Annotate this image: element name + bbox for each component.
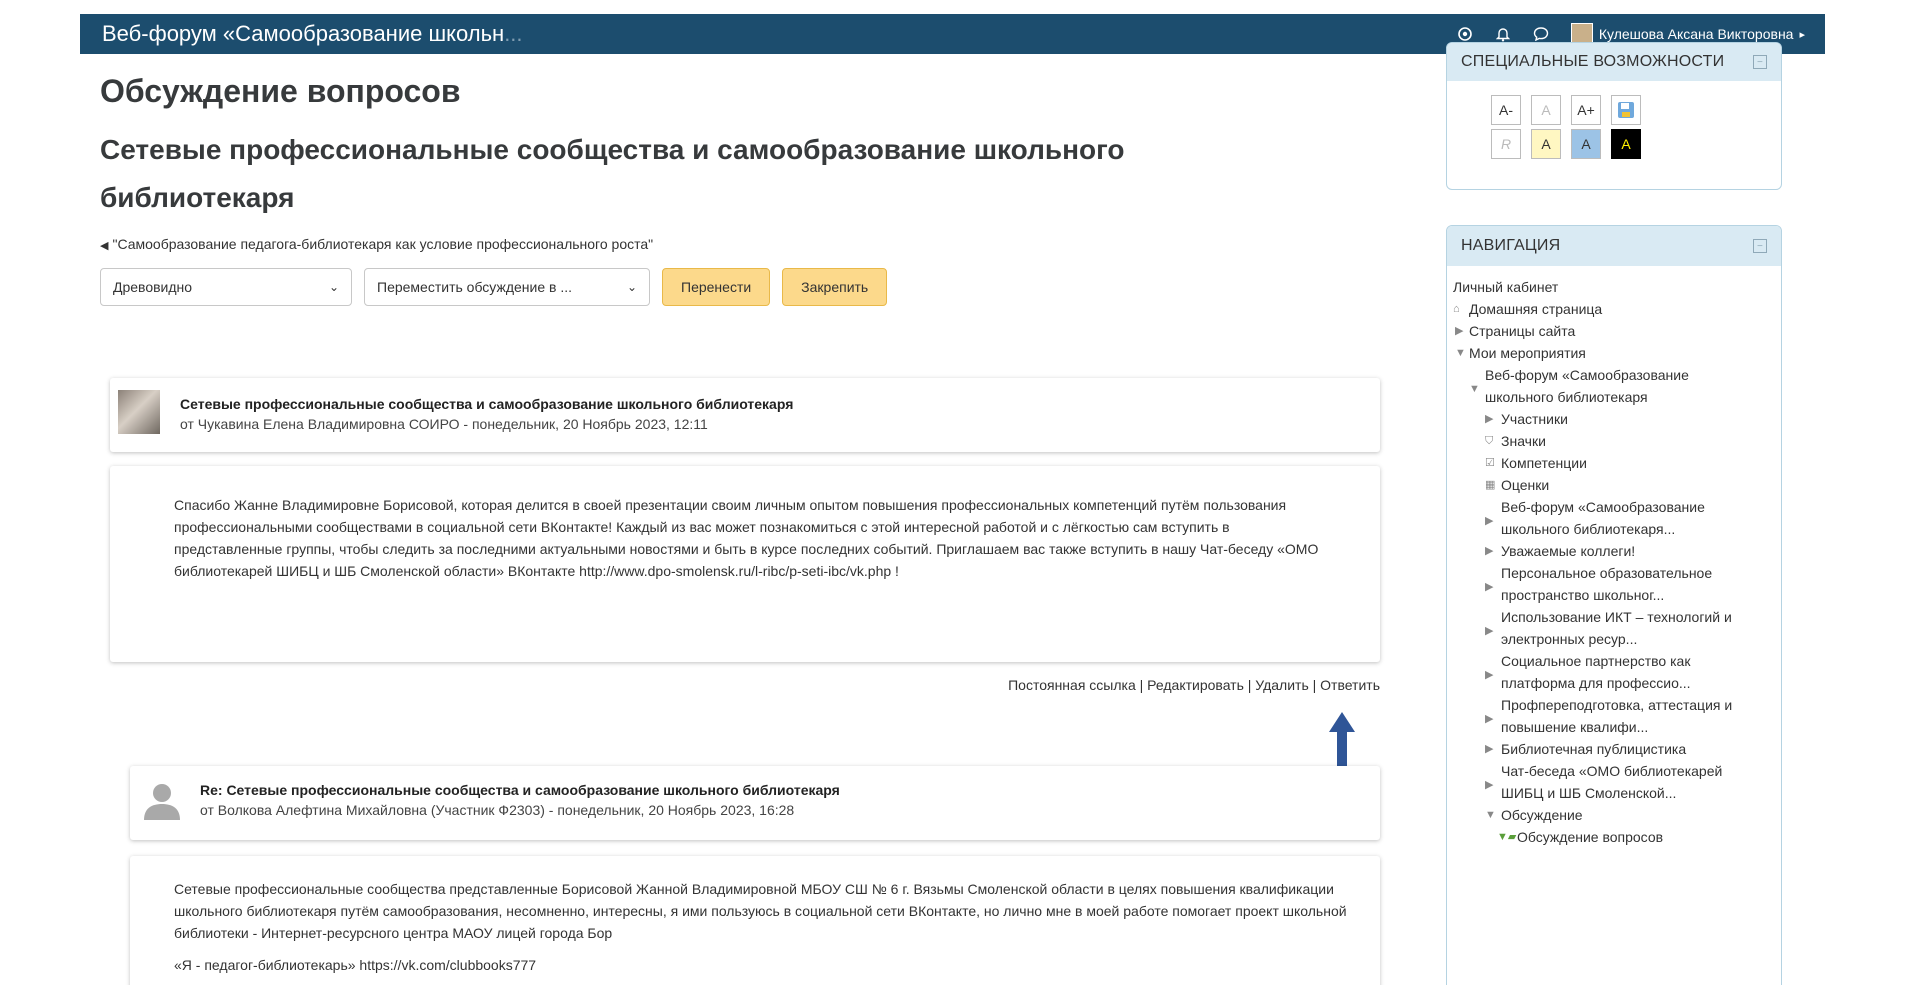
nav-item-participants[interactable]: ▶ Участники	[1453, 408, 1781, 430]
color-black-button[interactable]: A	[1611, 129, 1641, 159]
prev-discussion-link[interactable]: ◀ "Самообразование педагога-библиотекаря …	[100, 236, 1390, 252]
collapse-icon[interactable]: −	[1753, 55, 1767, 69]
nav-item-personal-space[interactable]: ▶ Персональное образовательное пространств…	[1453, 562, 1781, 606]
font-reset-button[interactable]: A	[1531, 95, 1561, 125]
caret-right-icon: ▶	[1455, 325, 1464, 337]
caret-right-icon: ▶	[1485, 545, 1494, 557]
nav-item-retraining[interactable]: ▶ Профпереподготовка, аттестация и повышен…	[1453, 694, 1781, 738]
display-mode-select[interactable]: Древовидно ⌄	[100, 268, 352, 306]
nav-item-social-partnership[interactable]: ▶ Социальное партнерство как платформа для…	[1453, 650, 1781, 694]
move-discussion-select[interactable]: Переместить обсуждение в ... ⌄	[364, 268, 650, 306]
nav-tree: Личный кабинет ⌂ Домашняя страница ▶ Стран…	[1447, 266, 1781, 848]
site-title-ellipsis: ...	[504, 21, 523, 46]
collapse-icon[interactable]: −	[1753, 239, 1767, 253]
nav-item-forum-section[interactable]: ▶ Веб-форум «Самообразование школьного биб…	[1453, 496, 1781, 540]
caret-down-icon: ▼	[1469, 383, 1480, 395]
caret-right-icon: ▶	[1485, 713, 1494, 725]
user-name: Кулешова Аксана Викторовна	[1598, 26, 1794, 42]
caret-right-icon: ▶	[1485, 625, 1494, 637]
site-title[interactable]: Веб-форум «Самообразование школьн...	[80, 21, 523, 47]
navigation-block: НАВИГАЦИЯ − Личный кабинет ⌂ Домашняя стр…	[1446, 225, 1782, 985]
block-header: НАВИГАЦИЯ −	[1447, 226, 1781, 266]
page-title: Обсуждение вопросов	[100, 73, 461, 109]
nav-item-chat[interactable]: ▶ Чат-беседа «ОМО библиотекарей ШИБЦ и ШБ …	[1453, 760, 1781, 804]
avatar	[144, 784, 180, 820]
home-icon: ⌂	[1453, 303, 1460, 315]
caret-right-icon: ▶	[1485, 779, 1494, 791]
caret-down-icon: ▼	[1455, 347, 1466, 359]
post-title: Сетевые профессиональные сообщества и са…	[180, 396, 794, 412]
post-meta: от Волкова Алефтина Михайловна (Участник…	[200, 802, 795, 818]
post-header: Сетевые профессиональные сообщества и са…	[110, 378, 1380, 452]
post-text: Сетевые профессиональные сообщества пред…	[174, 881, 1347, 941]
block-header: СПЕЦИАЛЬНЫЕ ВОЗМОЖНОСТИ −	[1447, 43, 1781, 81]
color-yellow-button[interactable]: A	[1531, 129, 1561, 159]
color-blue-button[interactable]: A	[1571, 129, 1601, 159]
nav-item-discussion-questions[interactable]: ▼▰ Обсуждение вопросов	[1453, 826, 1781, 848]
topic-title: Сетевые профессиональные сообщества и са…	[100, 134, 1125, 213]
shield-icon: ⛉	[1485, 435, 1494, 447]
nav-item-badges[interactable]: ⛉ Значки	[1453, 430, 1781, 452]
post-meta: от Чукавина Елена Владимировна СОИРО - п…	[180, 416, 708, 432]
block-title: НАВИГАЦИЯ	[1461, 237, 1561, 254]
caret-right-icon: ▶	[1485, 581, 1494, 593]
post-body: Спасибо Жанне Владимировне Борисовой, ко…	[110, 466, 1380, 662]
block-title: СПЕЦИАЛЬНЫЕ ВОЗМОЖНОСТИ	[1461, 53, 1725, 70]
nav-item-dashboard[interactable]: Личный кабинет	[1453, 276, 1781, 298]
post-text: «Я - педагог-библиотекарь» https://vk.co…	[174, 957, 537, 973]
caret-right-icon: ▶	[1485, 413, 1494, 425]
chevron-right-icon: ▸	[1799, 28, 1805, 41]
font-increase-button[interactable]: A+	[1571, 95, 1601, 125]
nav-item-site-pages[interactable]: ▶ Страницы сайта	[1453, 320, 1781, 342]
caret-right-icon: ▶	[1485, 743, 1494, 755]
nav-item-ict[interactable]: ▶ Использование ИКТ – технологий и электро…	[1453, 606, 1781, 650]
nav-item-forum-course[interactable]: ▼ Веб-форум «Самообразование школьного биб…	[1453, 364, 1781, 408]
save-settings-icon[interactable]	[1611, 95, 1641, 125]
nav-item-dear-colleagues[interactable]: ▶ Уважаемые коллеги!	[1453, 540, 1781, 562]
checkbox-icon: ☑	[1485, 457, 1495, 469]
color-reset-button[interactable]: R	[1491, 129, 1521, 159]
post-body: Сетевые профессиональные сообщества пред…	[130, 856, 1380, 985]
nav-item-home[interactable]: ⌂ Домашняя страница	[1453, 298, 1781, 320]
move-button[interactable]: Перенести	[662, 268, 771, 306]
caret-down-icon: ▼	[1485, 809, 1496, 821]
nav-item-discussion[interactable]: ▼ Обсуждение	[1453, 804, 1781, 826]
post-title: Re: Сетевые профессиональные сообщества …	[200, 782, 840, 798]
accessibility-icon[interactable]	[1457, 26, 1473, 42]
accessibility-block: СПЕЦИАЛЬНЫЕ ВОЗМОЖНОСТИ − A- A A+ R A A …	[1446, 42, 1782, 190]
pin-button[interactable]: Закрепить	[782, 268, 888, 306]
chevron-down-icon: ⌄	[328, 280, 339, 294]
avatar	[118, 390, 160, 434]
post-actions[interactable]: Постоянная ссылка | Редактировать | Удал…	[930, 677, 1380, 693]
chevron-down-icon: ⌄	[626, 280, 637, 294]
nav-item-my-events[interactable]: ▼ Мои мероприятия	[1453, 342, 1781, 364]
caret-right-icon: ▶	[1485, 669, 1494, 681]
nav-item-publicistics[interactable]: ▶ Библиотечная публицистика	[1453, 738, 1781, 760]
nav-item-grades[interactable]: ▦ Оценки	[1453, 474, 1781, 496]
bell-icon[interactable]	[1495, 26, 1511, 42]
triangle-left-icon: ◀	[100, 240, 109, 252]
post-header: Re: Сетевые профессиональные сообщества …	[130, 766, 1380, 840]
message-icon[interactable]	[1533, 26, 1549, 42]
main-content: Обсуждение вопросов Сетевые профессионал…	[100, 60, 1390, 306]
nav-item-competencies[interactable]: ☑ Компетенции	[1453, 452, 1781, 474]
forum-icon: ▼▰	[1497, 831, 1517, 843]
font-decrease-button[interactable]: A-	[1491, 95, 1521, 125]
caret-right-icon: ▶	[1485, 515, 1494, 527]
table-icon: ▦	[1485, 479, 1496, 491]
